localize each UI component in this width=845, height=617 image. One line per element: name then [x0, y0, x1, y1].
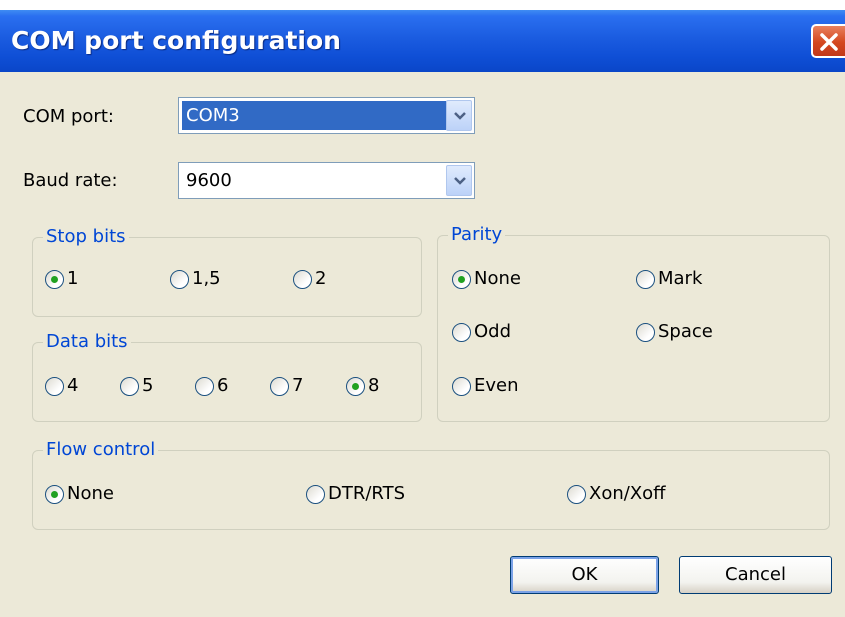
radio-button-icon	[636, 270, 655, 289]
radio-selected-dot	[458, 276, 465, 283]
baud-rate-dropdown-button[interactable]	[446, 165, 472, 196]
flow-control-radio-xon-xoff[interactable]: Xon/Xoff	[567, 483, 697, 511]
flow-control-radio-none[interactable]: None	[45, 483, 145, 511]
com-port-dropdown-button[interactable]	[446, 100, 472, 131]
com-port-label: COM port:	[23, 106, 114, 127]
ok-button[interactable]: OK	[510, 556, 659, 594]
dialog-window: COM port configuration COM port: COM3 Ba…	[0, 10, 845, 617]
data-bits-radio-6[interactable]: 6	[195, 375, 245, 403]
radio-selected-dot	[51, 276, 58, 283]
flow-control-option-label: None	[67, 483, 114, 504]
stop-bits-option-label: 2	[315, 268, 327, 289]
parity-legend: Parity	[448, 224, 506, 245]
radio-selected-dot	[352, 383, 359, 390]
radio-button-icon	[45, 377, 64, 396]
com-port-select[interactable]: COM3	[178, 97, 475, 134]
flow-control-legend: Flow control	[43, 439, 159, 460]
close-button[interactable]	[811, 24, 845, 58]
parity-option-label: Space	[658, 321, 713, 342]
radio-button-icon	[636, 323, 655, 342]
radio-button-icon	[346, 377, 365, 396]
baud-rate-label: Baud rate:	[23, 170, 118, 191]
data-bits-radio-7[interactable]: 7	[270, 375, 320, 403]
parity-radio-mark[interactable]: Mark	[636, 268, 736, 296]
stop-bits-legend: Stop bits	[43, 226, 129, 247]
radio-button-icon	[45, 270, 64, 289]
parity-radio-even[interactable]: Even	[452, 375, 552, 403]
stop-bits-radio-1-5[interactable]: 1,5	[170, 268, 250, 296]
parity-radio-odd[interactable]: Odd	[452, 321, 552, 349]
data-bits-legend: Data bits	[43, 331, 131, 352]
parity-option-label: None	[474, 268, 521, 289]
stop-bits-radio-1[interactable]: 1	[45, 268, 105, 296]
flow-control-option-label: DTR/RTS	[328, 483, 406, 504]
cancel-button[interactable]: Cancel	[679, 556, 832, 594]
radio-button-icon	[452, 377, 471, 396]
parity-option-label: Odd	[474, 321, 512, 342]
close-icon	[820, 33, 838, 51]
stop-bits-option-label: 1	[67, 268, 79, 289]
parity-radio-none[interactable]: None	[452, 268, 552, 296]
radio-button-icon	[306, 485, 325, 504]
radio-button-icon	[45, 485, 64, 504]
data-bits-radio-5[interactable]: 5	[120, 375, 170, 403]
chevron-down-icon	[454, 177, 466, 185]
radio-button-icon	[293, 270, 312, 289]
parity-option-label: Even	[474, 375, 519, 396]
chevron-down-icon	[454, 112, 466, 120]
parity-radio-space[interactable]: Space	[636, 321, 746, 349]
baud-rate-select[interactable]: 9600	[178, 162, 475, 199]
parity-option-label: Mark	[658, 268, 703, 289]
flow-control-option-label: Xon/Xoff	[589, 483, 666, 504]
com-port-value: COM3	[182, 101, 446, 130]
radio-button-icon	[120, 377, 139, 396]
data-bits-option-label: 8	[368, 375, 380, 396]
radio-button-icon	[270, 377, 289, 396]
radio-button-icon	[567, 485, 586, 504]
data-bits-radio-4[interactable]: 4	[45, 375, 95, 403]
data-bits-radio-8[interactable]: 8	[346, 375, 396, 403]
flow-control-radio-dtr-rts[interactable]: DTR/RTS	[306, 483, 436, 511]
radio-button-icon	[170, 270, 189, 289]
data-bits-option-label: 7	[292, 375, 304, 396]
radio-selected-dot	[51, 491, 58, 498]
title-bar: COM port configuration	[0, 10, 845, 72]
radio-button-icon	[195, 377, 214, 396]
data-bits-option-label: 5	[142, 375, 154, 396]
baud-rate-value: 9600	[186, 170, 232, 191]
radio-button-icon	[452, 270, 471, 289]
stop-bits-radio-2[interactable]: 2	[293, 268, 353, 296]
window-title: COM port configuration	[11, 26, 341, 55]
stop-bits-option-label: 1,5	[192, 268, 221, 289]
data-bits-option-label: 6	[217, 375, 229, 396]
data-bits-option-label: 4	[67, 375, 79, 396]
radio-button-icon	[452, 323, 471, 342]
